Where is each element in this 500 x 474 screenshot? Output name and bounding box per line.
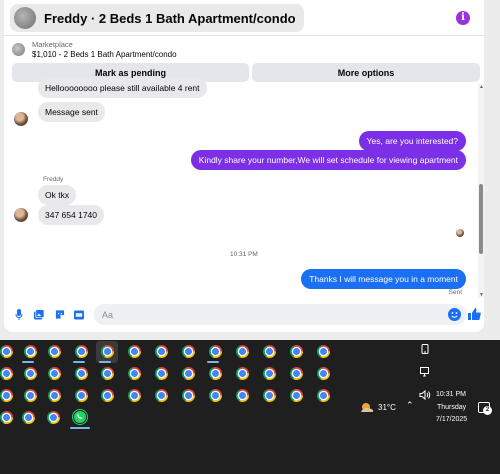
header-divider <box>4 35 484 36</box>
whatsapp-icon[interactable] <box>73 410 87 424</box>
conversation-title: Freddy · 2 Beds 1 Bath Apartment/condo <box>44 10 296 26</box>
scrollbar-thumb[interactable] <box>479 184 483 254</box>
chrome-icon[interactable] <box>182 345 195 358</box>
chrome-icon[interactable] <box>48 345 61 358</box>
chrome-icon[interactable] <box>263 367 276 380</box>
chrome-icon[interactable] <box>290 389 303 402</box>
chrome-icon[interactable] <box>236 389 249 402</box>
listing-thumbnail <box>14 7 36 29</box>
more-options-button[interactable]: More options <box>252 63 480 82</box>
listing-thumbnail-small <box>12 43 25 56</box>
chrome-icon[interactable] <box>22 411 35 424</box>
phone-link-icon[interactable] <box>421 344 430 357</box>
emoji-icon[interactable] <box>448 308 461 321</box>
chrome-icon[interactable] <box>236 367 249 380</box>
chrome-icon[interactable] <box>290 345 303 358</box>
running-indicator <box>73 361 85 363</box>
chrome-icon[interactable] <box>263 389 276 402</box>
incoming-message-partial: Helloooooooo please still available 4 re… <box>38 78 207 98</box>
chrome-icon[interactable] <box>128 367 141 380</box>
chrome-icon[interactable] <box>24 367 37 380</box>
read-receipt-avatar <box>456 229 464 237</box>
chrome-icon[interactable] <box>48 367 61 380</box>
composer <box>4 300 484 328</box>
clock-time[interactable]: 10:31 PM <box>436 391 466 398</box>
chrome-icon[interactable] <box>317 367 330 380</box>
conversation-title-button[interactable]: Freddy · 2 Beds 1 Bath Apartment/condo <box>10 4 304 32</box>
chrome-icon[interactable] <box>0 367 13 380</box>
chrome-icon[interactable] <box>0 411 13 424</box>
running-indicator <box>22 361 34 363</box>
avatar[interactable] <box>14 208 28 222</box>
weather-icon[interactable] <box>360 400 374 412</box>
incoming-message: Ok tkx <box>38 185 77 205</box>
running-indicator <box>70 427 90 429</box>
outgoing-message: Yes, are you interested? <box>358 131 466 151</box>
message-input[interactable] <box>94 304 466 325</box>
messenger-window: Freddy · 2 Beds 1 Bath Apartment/condo i… <box>0 0 500 340</box>
chrome-icon[interactable] <box>101 389 114 402</box>
chrome-icon[interactable] <box>182 389 195 402</box>
chrome-icon[interactable] <box>101 345 114 358</box>
incoming-message: 347 654 1740 <box>38 205 104 225</box>
microphone-icon[interactable] <box>14 309 24 320</box>
listing-title: $1,010 - 2 Beds 1 Bath Apartment/condo <box>32 50 177 59</box>
chrome-icon[interactable] <box>209 367 222 380</box>
chat-panel: Freddy · 2 Beds 1 Bath Apartment/condo i… <box>4 0 484 332</box>
chrome-icon[interactable] <box>317 389 330 402</box>
chrome-icon[interactable] <box>0 389 13 402</box>
listing-summary[interactable]: Marketplace $1,010 - 2 Beds 1 Bath Apart… <box>12 40 472 60</box>
chrome-icon[interactable] <box>75 367 88 380</box>
sticker-icon[interactable] <box>55 309 65 320</box>
chrome-icon[interactable] <box>263 345 276 358</box>
message-status: Sent <box>448 289 462 296</box>
chevron-up-icon[interactable]: ⌃ <box>406 400 414 411</box>
message-timestamp: 10:31 PM <box>230 251 258 258</box>
chrome-icon[interactable] <box>155 367 168 380</box>
incoming-message: Message sent <box>38 102 105 122</box>
sender-name: Freddy <box>43 176 64 183</box>
message-list[interactable]: Helloooooooo please still available 4 re… <box>4 78 474 298</box>
volume-icon[interactable] <box>419 389 431 402</box>
chrome-icon[interactable] <box>128 345 141 358</box>
photo-icon[interactable] <box>34 309 44 320</box>
chrome-icon[interactable] <box>236 345 249 358</box>
clock-date[interactable]: 7/17/2025 <box>436 416 467 423</box>
chat-header: Freddy · 2 Beds 1 Bath Apartment/condo i <box>10 4 478 32</box>
chrome-icon[interactable] <box>48 389 61 402</box>
chrome-icon[interactable] <box>24 345 37 358</box>
scrollbar[interactable]: ▲ ▼ <box>478 84 484 298</box>
chrome-icon[interactable] <box>47 411 60 424</box>
chrome-icon[interactable] <box>209 389 222 402</box>
outgoing-message: Kindly share your number,We will set sch… <box>190 150 466 170</box>
scroll-up-arrow-icon[interactable]: ▲ <box>479 84 484 90</box>
scroll-down-arrow-icon[interactable]: ▼ <box>479 292 484 298</box>
chrome-icon[interactable] <box>182 367 195 380</box>
running-indicator <box>207 361 219 363</box>
chrome-icon[interactable] <box>75 345 88 358</box>
chrome-icon[interactable] <box>24 389 37 402</box>
chrome-icon[interactable] <box>209 345 222 358</box>
chrome-icon[interactable] <box>317 345 330 358</box>
network-icon[interactable] <box>420 367 431 379</box>
chrome-icon[interactable] <box>75 389 88 402</box>
listing-source: Marketplace <box>32 40 73 49</box>
clock-day[interactable]: Thursday <box>437 404 466 411</box>
chrome-icon[interactable] <box>101 367 114 380</box>
info-icon[interactable]: i <box>456 11 470 25</box>
gif-icon[interactable] <box>74 309 84 320</box>
running-indicator <box>99 361 111 363</box>
weather-temperature[interactable]: 31°C <box>378 403 396 412</box>
avatar[interactable] <box>14 112 28 126</box>
chrome-icon[interactable] <box>155 345 168 358</box>
chrome-icon[interactable] <box>290 367 303 380</box>
chrome-icon[interactable] <box>0 345 13 358</box>
notification-badge: 2 <box>483 406 492 415</box>
chrome-icon[interactable] <box>155 389 168 402</box>
like-icon[interactable] <box>468 307 481 321</box>
outgoing-message: Thanks I will message you in a moment <box>301 269 466 289</box>
chrome-icon[interactable] <box>128 389 141 402</box>
